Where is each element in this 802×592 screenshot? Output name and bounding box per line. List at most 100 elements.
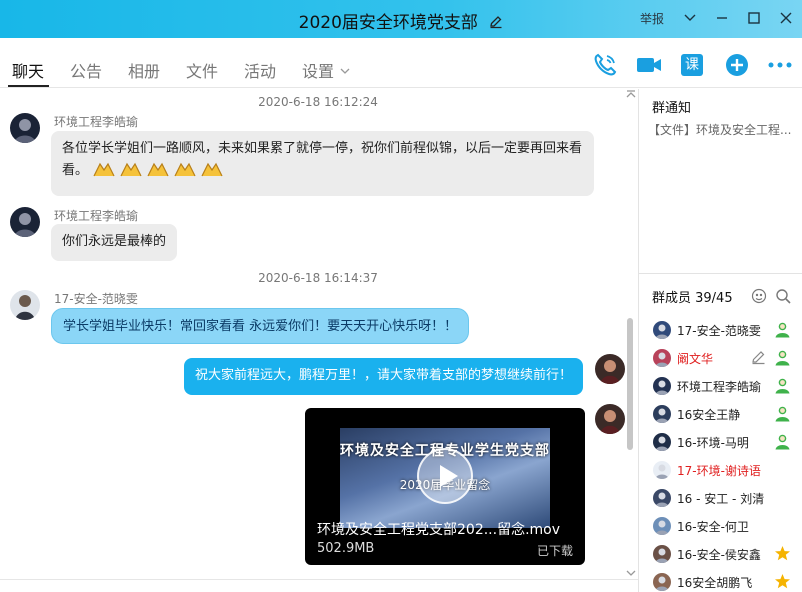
member-name: 16安全胡鹏飞 [677,576,753,590]
member-item[interactable]: 16安全胡鹏飞 [639,568,802,592]
close-icon[interactable] [770,9,802,27]
timestamp: 2020-6-18 16:14:37 [258,271,378,285]
member-avatar[interactable] [653,545,671,563]
report-link[interactable]: 举报 [640,10,664,27]
member-name: 16-安全-侯安鑫 [677,548,761,562]
edit-nickname-icon[interactable] [751,350,766,365]
member-name: 16 - 安工 - 刘清 [677,492,765,506]
edit-title-icon[interactable] [489,15,503,29]
scroll-down-icon[interactable] [625,567,637,579]
search-icon[interactable] [775,288,791,304]
member-item[interactable]: 16安全王静 [639,400,802,428]
scrollbar-thumb[interactable] [627,318,633,450]
message-bubble[interactable]: 你们永远是最棒的 [51,224,178,261]
avatar[interactable] [10,207,40,237]
maximize-icon[interactable] [738,9,770,27]
avatar[interactable] [10,290,40,320]
message-text: 学长学姐毕业快乐！常回家看看 永远爱你们！要天天开心快乐呀！！ [63,319,458,334]
tab-files[interactable]: 文件 [186,58,218,82]
star-icon [775,546,790,561]
avatar[interactable] [595,404,625,434]
add-icon[interactable] [724,52,750,78]
member-name: 17-环境-谢诗语 [677,464,761,478]
member-item[interactable]: 16-安全-侯安鑫 [639,540,802,568]
message-bubble[interactable]: 各位学长学姐们一路顺风，未来如果累了就停一停，祝你们前程似锦，以后一定要再回来看… [51,131,594,196]
member-item[interactable]: 17-环境-谢诗语 [639,456,802,484]
tab-announcements[interactable]: 公告 [70,58,102,82]
member-avatar[interactable] [653,433,671,451]
member-avatar[interactable] [653,517,671,535]
member-avatar[interactable] [653,573,671,591]
member-name: 环境工程李皓瑜 [677,380,762,394]
tab-activities[interactable]: 活动 [244,58,276,82]
avatar[interactable] [595,354,625,384]
chat-area[interactable]: 2020-6-18 16:12:24 环境工程李皓瑜 各位学长学姐们一路顺风，未… [0,89,638,579]
video-call-icon[interactable] [636,52,662,78]
tab-bar: 聊天 公告 相册 文件 活动 设置 课 [0,38,802,88]
pray-emoji-icon [174,162,196,177]
member-item[interactable]: 16-环境-马明 [639,428,802,456]
report-dropdown-icon[interactable] [674,9,706,27]
phone-icon[interactable] [592,52,618,78]
message-text: 你们永远是最棒的 [62,234,167,249]
title-bar: 2020届安全环境党支部 举报 [0,0,802,38]
member-name: 16-环境-马明 [677,436,749,450]
video-filename: 环境及安全工程党支部202...留念.mov [317,522,561,538]
member-item[interactable]: 17-安全-范晓雯 [639,316,802,344]
member-role-icon [775,378,790,394]
sender-name: 17-安全-范晓雯 [54,292,138,306]
tab-settings[interactable]: 设置 [302,58,350,82]
pray-emoji-icon [93,162,115,177]
member-name: 17-安全-范晓雯 [677,324,761,338]
emoji-row [92,162,227,178]
timestamp: 2020-6-18 16:12:24 [258,95,378,109]
member-avatar[interactable] [653,349,671,367]
video-download-status: 已下载 [536,544,573,558]
member-avatar[interactable] [653,321,671,339]
member-name: 16安全王静 [677,408,741,422]
tab-settings-label: 设置 [302,62,335,81]
group-notice-title[interactable]: 群通知 [652,97,691,116]
star-icon [775,574,790,589]
member-avatar[interactable] [653,405,671,423]
message-bubble[interactable]: 祝大家前程远大，鹏程万里！，请大家带着支部的梦想继续前行！ [184,358,584,395]
member-role-icon [775,322,790,338]
message-input-area[interactable] [0,579,638,592]
window-controls: 举报 [640,9,802,27]
member-role-icon [775,350,790,366]
member-role-icon [775,406,790,422]
pray-emoji-icon [201,162,223,177]
tab-album[interactable]: 相册 [128,58,160,82]
lesson-icon[interactable]: 课 [681,54,703,76]
side-panel: 群通知 【文件】环境及安全工程... 群成员 39/45 17-安全-范晓雯 阚文… [638,89,802,592]
pray-emoji-icon [147,162,169,177]
active-tab-indicator [8,85,49,87]
chevron-down-icon [340,68,350,74]
member-item[interactable]: 16-安全-何卫 [639,512,802,540]
member-item[interactable]: 16 - 安工 - 刘清 [639,484,802,512]
avatar[interactable] [10,113,40,143]
invite-member-icon[interactable] [751,288,767,304]
video-filesize: 502.9MB [317,541,375,556]
message-text: 祝大家前程远大，鹏程万里！，请大家带着支部的梦想继续前行！ [195,368,573,383]
tab-chat[interactable]: 聊天 [12,58,44,82]
pray-emoji-icon [120,162,142,177]
member-avatar[interactable] [653,377,671,395]
member-avatar[interactable] [653,461,671,479]
divider [639,273,802,274]
video-message[interactable]: 环境及安全工程专业学生党支部 2020届毕业留念 环境及安全工程党支部202..… [305,408,585,565]
sender-name: 环境工程李皓瑜 [54,209,139,223]
sender-name: 环境工程李皓瑜 [54,115,139,129]
more-icon[interactable] [767,52,793,78]
play-icon[interactable] [417,448,473,504]
window-title: 2020届安全环境党支部 [298,13,478,33]
message-bubble[interactable]: 学长学姐毕业快乐！常回家看看 永远爱你们！要天天开心快乐呀！！ [51,308,470,344]
member-role-icon [775,434,790,450]
member-item[interactable]: 阚文华 [639,344,802,372]
group-notice-body[interactable]: 【文件】环境及安全工程... [648,121,798,138]
member-avatar[interactable] [653,489,671,507]
member-item[interactable]: 环境工程李皓瑜 [639,372,802,400]
member-name: 阚文华 [677,352,714,366]
minimize-icon[interactable] [706,9,738,27]
member-name: 16-安全-何卫 [677,520,749,534]
